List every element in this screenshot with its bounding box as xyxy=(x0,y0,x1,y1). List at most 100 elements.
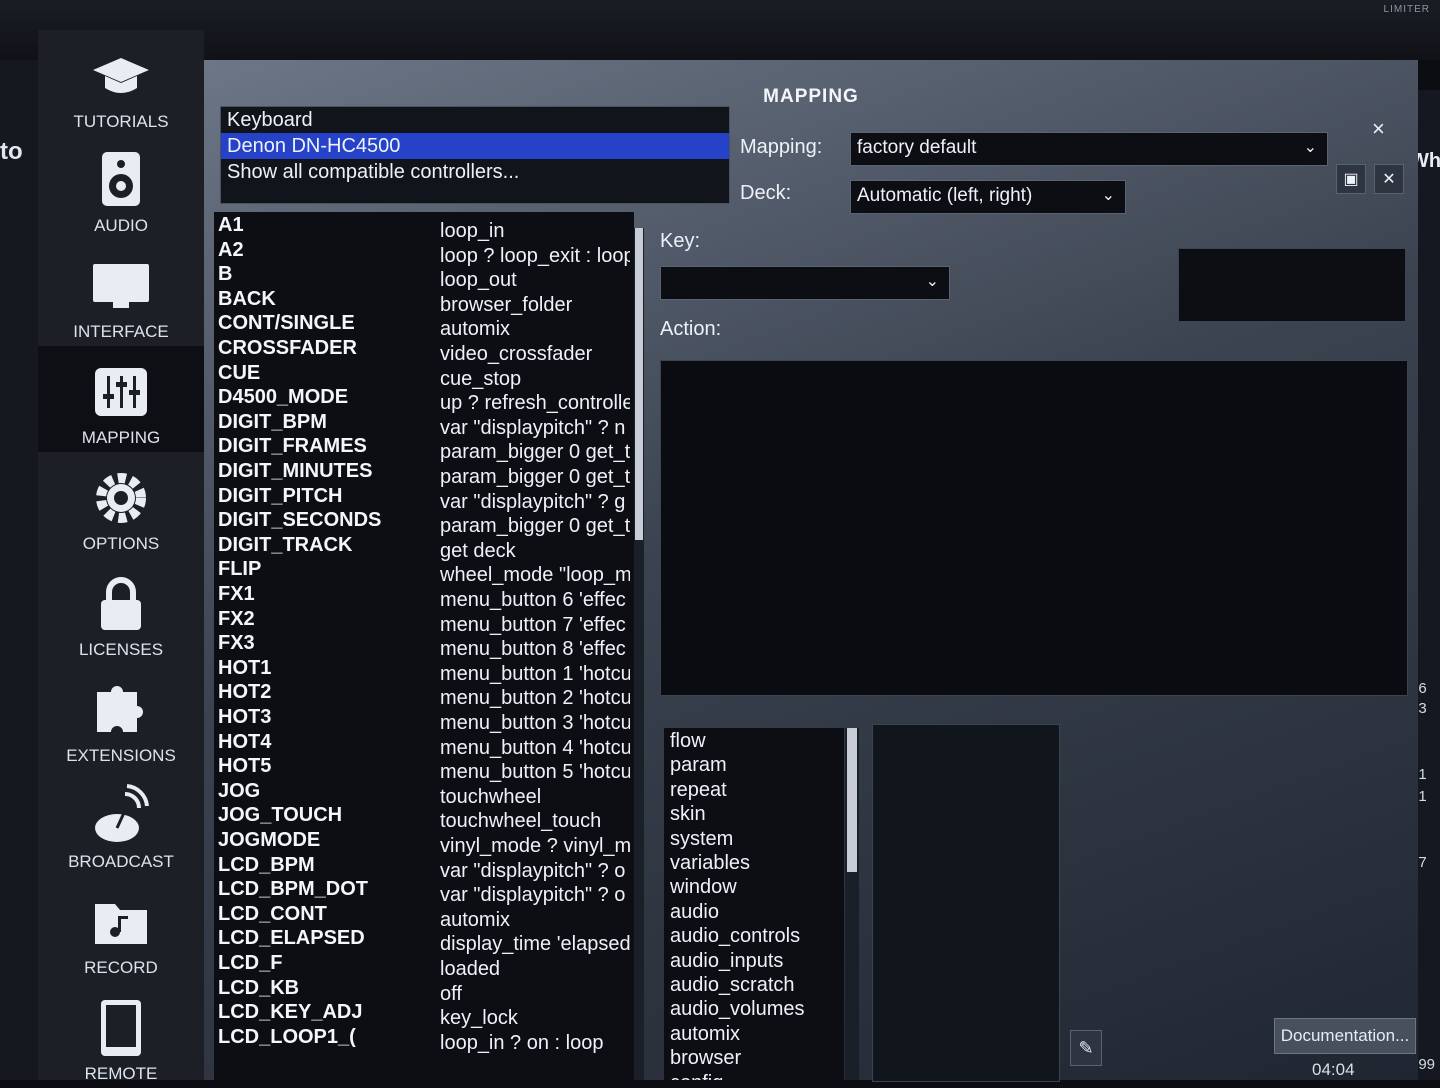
sidebar-item-mapping[interactable]: MAPPING xyxy=(38,346,204,452)
mapping-key[interactable]: D4500_MODE xyxy=(218,386,348,411)
category-item[interactable]: audio_controls xyxy=(670,925,800,948)
mapping-action[interactable]: loop_in xyxy=(440,220,630,245)
save-mapping-button[interactable]: ▣ xyxy=(1336,164,1366,194)
mapping-action[interactable]: touchwheel xyxy=(440,786,630,811)
mapping-action[interactable]: menu_button 3 'hotcu xyxy=(440,712,630,737)
category-item[interactable]: flow xyxy=(670,730,706,753)
category-item[interactable]: audio xyxy=(670,901,719,924)
mapping-action[interactable]: menu_button 4 'hotcu xyxy=(440,737,630,762)
category-item[interactable]: skin xyxy=(670,803,706,826)
mapping-key[interactable]: DIGIT_PITCH xyxy=(218,485,342,510)
mapping-key[interactable]: FX2 xyxy=(218,608,255,633)
mapping-key[interactable]: DIGIT_TRACK xyxy=(218,534,352,559)
sidebar-item-remote[interactable]: REMOTE xyxy=(38,982,204,1088)
mapping-action[interactable]: vinyl_mode ? vinyl_m xyxy=(440,835,630,860)
mapping-key[interactable]: LCD_BPM_DOT xyxy=(218,878,368,903)
sidebar-item-interface[interactable]: INTERFACE xyxy=(38,240,204,346)
category-item[interactable]: repeat xyxy=(670,779,727,802)
mapping-key[interactable]: JOG_TOUCH xyxy=(218,804,342,829)
mapping-key[interactable]: HOT1 xyxy=(218,657,271,682)
delete-mapping-button[interactable]: ✕ xyxy=(1374,164,1404,194)
mapping-key[interactable]: LCD_KB xyxy=(218,977,299,1002)
category-item[interactable]: audio_inputs xyxy=(670,950,783,973)
mapping-key[interactable]: HOT2 xyxy=(218,681,271,706)
controller-option-show-all[interactable]: Show all compatible controllers... xyxy=(221,159,729,185)
mapping-action[interactable]: browser_folder xyxy=(440,294,630,319)
mapping-key[interactable]: DIGIT_SECONDS xyxy=(218,509,381,534)
documentation-button[interactable]: Documentation... xyxy=(1274,1018,1416,1054)
mapping-key[interactable]: FX1 xyxy=(218,583,255,608)
mapping-action[interactable]: up ? refresh_controller xyxy=(440,392,630,417)
mapping-key[interactable]: FX3 xyxy=(218,632,255,657)
sidebar-item-extensions[interactable]: EXTENSIONS xyxy=(38,664,204,770)
mapping-action[interactable]: automix xyxy=(440,318,630,343)
mapping-action[interactable]: var "displaypitch" ? o xyxy=(440,884,630,909)
mapping-select[interactable]: factory default ⌄ xyxy=(850,132,1328,166)
mapping-key[interactable]: CONT/SINGLE xyxy=(218,312,355,337)
mapping-action[interactable]: get deck xyxy=(440,540,630,565)
category-item[interactable]: param xyxy=(670,754,727,777)
key-select[interactable]: ⌄ xyxy=(660,266,950,300)
controller-option-denon[interactable]: Denon DN-HC4500 xyxy=(221,133,729,159)
mapping-action[interactable]: menu_button 8 'effec xyxy=(440,638,630,663)
mapping-key[interactable]: DIGIT_BPM xyxy=(218,411,327,436)
deck-select[interactable]: Automatic (left, right) ⌄ xyxy=(850,180,1126,214)
mapping-key[interactable]: A2 xyxy=(218,239,244,264)
mapping-action[interactable]: menu_button 1 'hotcu xyxy=(440,663,630,688)
mapping-action[interactable]: cue_stop xyxy=(440,368,630,393)
mapping-key[interactable]: A1 xyxy=(218,214,244,239)
mapping-action[interactable]: param_bigger 0 get_t xyxy=(440,515,630,540)
mapping-key[interactable]: FLIP xyxy=(218,558,261,583)
mapping-action[interactable]: key_lock xyxy=(440,1007,630,1032)
mapping-action[interactable]: var "displaypitch" ? n xyxy=(440,417,630,442)
mapping-action[interactable]: loop_out xyxy=(440,269,630,294)
mapping-key[interactable]: LCD_BPM xyxy=(218,854,315,879)
mapping-action[interactable]: loop ? loop_exit : loop xyxy=(440,245,630,270)
sidebar-item-options[interactable]: OPTIONS xyxy=(38,452,204,558)
sidebar-item-tutorials[interactable]: TUTORIALS xyxy=(38,30,204,136)
mapping-action[interactable]: automix xyxy=(440,909,630,934)
mapping-action[interactable]: loop_in ? on : loop xyxy=(440,1032,630,1057)
mapping-list-scrollbar[interactable] xyxy=(634,228,644,1080)
sidebar-item-audio[interactable]: AUDIO xyxy=(38,134,204,240)
mapping-action[interactable]: menu_button 2 'hotcu xyxy=(440,687,630,712)
mapping-key[interactable]: LCD_F xyxy=(218,952,282,977)
close-dialog-button[interactable]: × xyxy=(1372,116,1385,142)
mapping-key[interactable]: LCD_KEY_ADJ xyxy=(218,1001,362,1026)
mapping-key[interactable]: DIGIT_FRAMES xyxy=(218,435,367,460)
mapping-action[interactable]: menu_button 6 'effec xyxy=(440,589,630,614)
mapping-key[interactable]: HOT5 xyxy=(218,755,271,780)
edit-button[interactable]: ✎ xyxy=(1070,1030,1102,1066)
mapping-key[interactable]: HOT3 xyxy=(218,706,271,731)
sidebar-item-licenses[interactable]: LICENSES xyxy=(38,558,204,664)
mapping-key[interactable]: BACK xyxy=(218,288,276,313)
category-item[interactable]: window xyxy=(670,876,737,899)
controller-option-keyboard[interactable]: Keyboard xyxy=(221,107,729,133)
mapping-action[interactable]: var "displaypitch" ? o xyxy=(440,860,630,885)
mapping-action[interactable]: var "displaypitch" ? g xyxy=(440,491,630,516)
mapping-action[interactable]: menu_button 7 'effec xyxy=(440,614,630,639)
category-item[interactable]: automix xyxy=(670,1023,740,1046)
mapping-key[interactable]: LCD_CONT xyxy=(218,903,327,928)
mapping-key[interactable]: CROSSFADER xyxy=(218,337,357,362)
mapping-action[interactable]: display_time 'elapsed xyxy=(440,933,630,958)
category-item[interactable]: audio_volumes xyxy=(670,998,805,1021)
mapping-action[interactable]: off xyxy=(440,983,630,1008)
mapping-key[interactable]: JOG xyxy=(218,780,260,805)
category-item[interactable]: audio_scratch xyxy=(670,974,795,997)
category-list-scrollbar[interactable] xyxy=(845,728,859,1080)
mapping-action[interactable]: wheel_mode "loop_m xyxy=(440,564,630,589)
mapping-key[interactable]: LCD_ELAPSED xyxy=(218,927,365,952)
sidebar-item-record[interactable]: RECORD xyxy=(38,876,204,982)
mapping-key[interactable]: DIGIT_MINUTES xyxy=(218,460,372,485)
category-item[interactable]: browser xyxy=(670,1047,741,1070)
category-item[interactable]: config xyxy=(670,1072,723,1080)
category-item[interactable]: variables xyxy=(670,852,750,875)
action-editor[interactable] xyxy=(660,360,1408,696)
mapping-key[interactable]: LCD_LOOP1_( xyxy=(218,1026,356,1051)
mapping-key[interactable]: CUE xyxy=(218,362,260,387)
mapping-action[interactable]: loaded xyxy=(440,958,630,983)
mapping-key[interactable]: B xyxy=(218,263,232,288)
mapping-action[interactable]: param_bigger 0 get_t xyxy=(440,441,630,466)
mapping-action[interactable]: touchwheel_touch xyxy=(440,810,630,835)
